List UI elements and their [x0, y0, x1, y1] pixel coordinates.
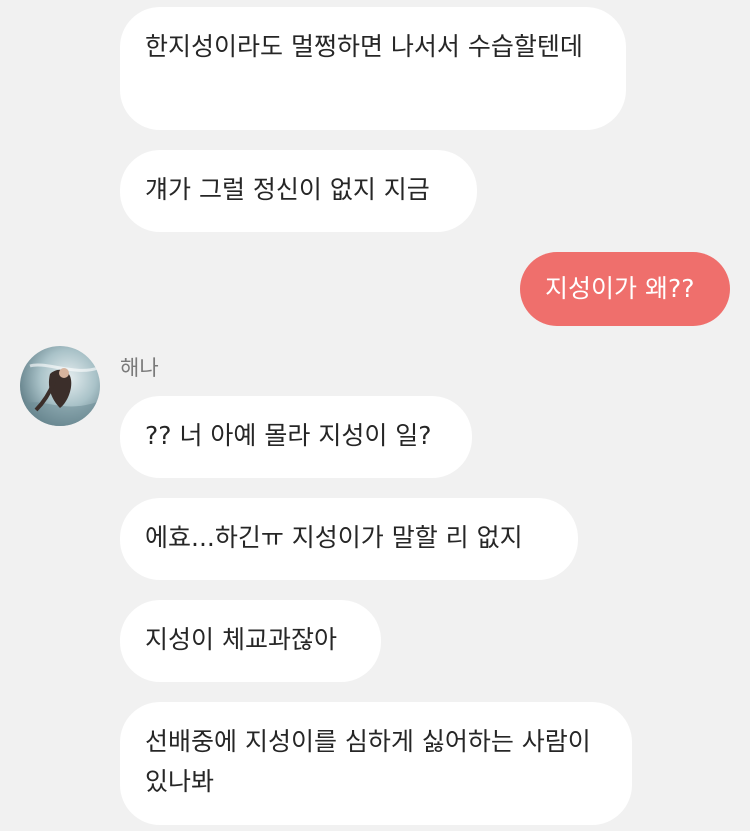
my-message-bubble[interactable]: 지성이가 왜??: [520, 252, 730, 326]
avatar[interactable]: [20, 346, 100, 426]
avatar-image: [20, 346, 100, 426]
message-text: ?? 너 아예 몰라 지성이 일?: [145, 421, 432, 450]
message-text: 지성이가 왜??: [545, 274, 695, 303]
message-bubble[interactable]: ?? 너 아예 몰라 지성이 일?: [120, 396, 472, 478]
message-text: 지성이 체교과잖아: [145, 625, 337, 654]
message-bubble[interactable]: 지성이 체교과잖아: [120, 600, 381, 682]
message-bubble[interactable]: 걔가 그럴 정신이 없지 지금: [120, 150, 477, 232]
message-text: 한지성이라도 멀쩡하면 나서서 수습할텐데: [145, 32, 583, 61]
message-text: 선배중에 지성이를 심하게 싫어하는 사람이 있나봐: [145, 727, 591, 796]
message-bubble[interactable]: 선배중에 지성이를 심하게 싫어하는 사람이 있나봐: [120, 702, 632, 825]
message-bubble[interactable]: 에효...하긴ㅠ 지성이가 말할 리 없지: [120, 498, 578, 580]
sender-name: 해나: [120, 356, 159, 380]
message-text: 에효...하긴ㅠ 지성이가 말할 리 없지: [145, 523, 523, 552]
message-bubble[interactable]: 한지성이라도 멀쩡하면 나서서 수습할텐데: [120, 7, 626, 130]
message-text: 걔가 그럴 정신이 없지 지금: [145, 175, 430, 204]
